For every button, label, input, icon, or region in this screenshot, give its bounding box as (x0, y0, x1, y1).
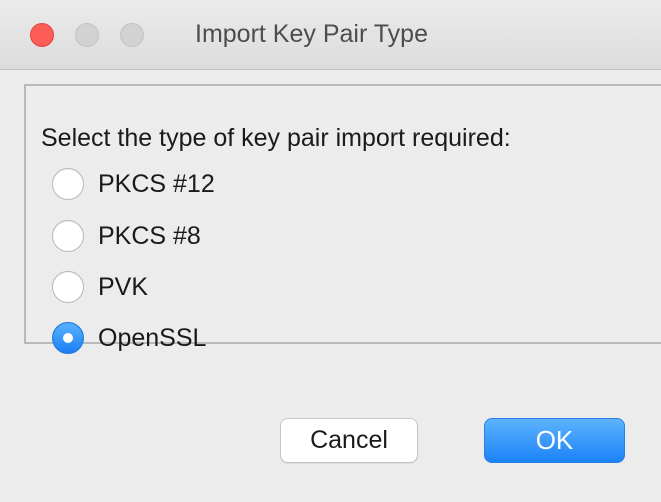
cancel-button[interactable]: Cancel (280, 418, 418, 463)
option-label[interactable]: PKCS #12 (98, 170, 215, 199)
window-title: Import Key Pair Type (195, 20, 428, 48)
option-openssl[interactable]: OpenSSL (52, 320, 206, 356)
openssl-radio[interactable] (52, 322, 84, 354)
option-label[interactable]: OpenSSL (98, 324, 206, 353)
pkcs8-radio[interactable] (52, 220, 84, 252)
key-pair-type-panel: Select the type of key pair import requi… (24, 84, 661, 354)
ok-button[interactable]: OK (484, 418, 625, 463)
title-bar[interactable]: Import Key Pair Type (0, 0, 661, 70)
selection-prompt: Select the type of key pair import requi… (41, 124, 511, 152)
minimize-window-button (75, 23, 99, 47)
option-label[interactable]: PVK (98, 273, 148, 302)
pvk-radio[interactable] (52, 271, 84, 303)
option-pkcs12[interactable]: PKCS #12 (52, 166, 215, 202)
option-pkcs8[interactable]: PKCS #8 (52, 218, 201, 254)
option-label[interactable]: PKCS #8 (98, 222, 201, 251)
zoom-window-button (120, 23, 144, 47)
close-window-button[interactable] (30, 23, 54, 47)
import-key-pair-dialog: Import Key Pair Type Select the type of … (0, 0, 661, 502)
option-pvk[interactable]: PVK (52, 269, 148, 305)
pkcs12-radio[interactable] (52, 168, 84, 200)
